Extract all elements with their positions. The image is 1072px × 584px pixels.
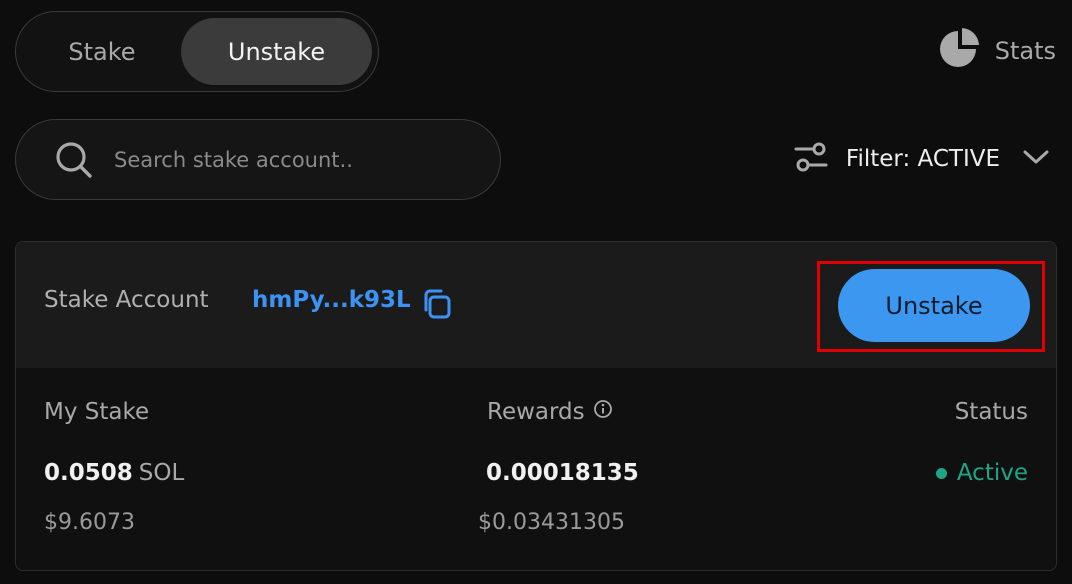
stake-unit: SOL (138, 460, 185, 486)
status-badge: Active (935, 460, 1028, 486)
my-stake-header: My Stake (44, 399, 150, 425)
card-header: Stake Account hmPy...k93L Unstake (16, 242, 1056, 368)
search-icon (54, 140, 94, 184)
filter-dropdown[interactable]: Filter: ACTIVE (794, 138, 1050, 180)
unstake-panel: Stake Unstake Stats Search stake account… (0, 0, 1072, 584)
unstake-button[interactable]: Unstake (838, 269, 1030, 342)
stake-usd-value: $9.6073 (44, 510, 135, 535)
stake-account-address[interactable]: hmPy...k93L (252, 287, 411, 313)
my-stake-value: 0.0508 SOL (44, 460, 184, 486)
filter-label: Filter: ACTIVE (845, 146, 1000, 172)
status-dot-icon (935, 467, 947, 479)
rewards-header-label: Rewards (487, 399, 585, 425)
tab-unstake[interactable]: Unstake (181, 18, 372, 85)
status-text: Active (956, 460, 1028, 486)
search-box (15, 119, 501, 200)
stake-amount: 0.0508 (44, 460, 133, 486)
info-icon[interactable] (593, 399, 613, 425)
rewards-header: Rewards (487, 399, 613, 425)
stats-label: Stats (994, 37, 1056, 65)
stake-mode-toggle: Stake Unstake (15, 11, 379, 92)
stake-account-card: Stake Account hmPy...k93L Unstake My Sta… (15, 241, 1057, 571)
stake-account-label: Stake Account (44, 287, 209, 313)
rewards-usd-value: $0.03431305 (478, 510, 625, 535)
pie-chart-icon (939, 27, 981, 75)
status-header: Status (954, 399, 1028, 425)
stats-button[interactable]: Stats (939, 27, 1056, 75)
sliders-icon (794, 140, 828, 178)
copy-icon[interactable] (421, 288, 453, 324)
search-input[interactable] (114, 140, 474, 180)
tab-stake[interactable]: Stake (22, 18, 182, 85)
chevron-down-icon (1022, 148, 1050, 170)
rewards-amount: 0.00018135 (486, 460, 639, 486)
